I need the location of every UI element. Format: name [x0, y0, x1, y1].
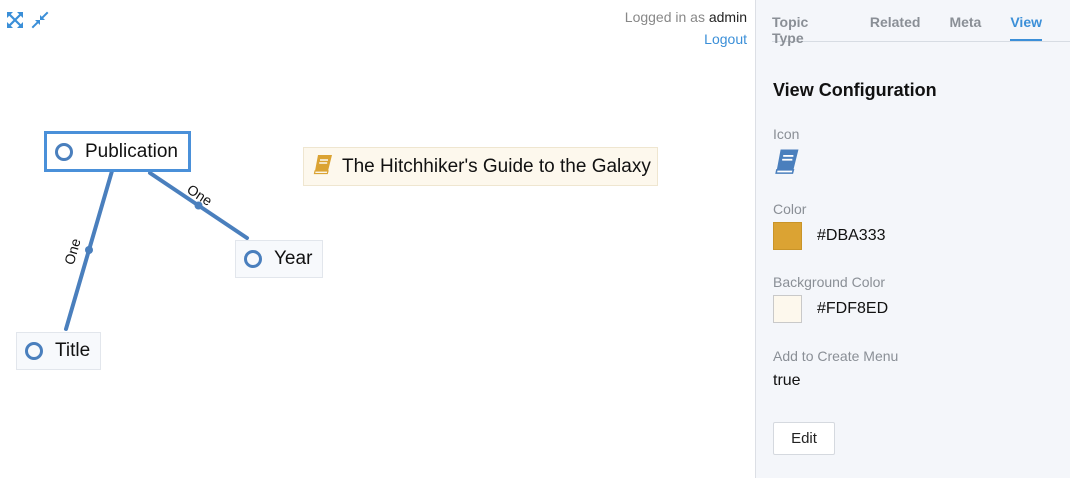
tab-topic-type[interactable]: Topic Type: [772, 0, 841, 46]
topic-book[interactable]: The Hitchhiker's Guide to the Galaxy: [303, 147, 658, 186]
topic-type-icon: [55, 142, 73, 161]
topic-label: Title: [55, 340, 91, 361]
panel-tabs: Topic Type Related Meta View: [772, 0, 1070, 46]
color-value: #DBA333: [817, 227, 886, 244]
background-color-field: #FDF8ED: [773, 295, 888, 323]
icon-label: Icon: [773, 126, 800, 142]
create-menu-value: true: [773, 372, 801, 389]
topic-title[interactable]: Title: [16, 332, 102, 370]
book-icon[interactable]: [773, 147, 801, 180]
topic-type-icon: [244, 250, 262, 268]
color-label: Color: [773, 201, 807, 217]
topic-publication[interactable]: Publication: [44, 131, 191, 172]
background-color-label: Background Color: [773, 274, 886, 290]
topic-label: Year: [274, 248, 313, 269]
topic-label: Publication: [85, 140, 178, 162]
association-midpoint: [85, 246, 93, 254]
topic-label: The Hitchhiker's Guide to the Galaxy: [342, 155, 651, 177]
tab-meta[interactable]: Meta: [949, 0, 981, 41]
topic-type-icon: [25, 342, 43, 360]
edit-button[interactable]: Edit: [773, 422, 835, 455]
color-swatch[interactable]: [773, 222, 802, 250]
topic-year[interactable]: Year: [235, 240, 324, 278]
association-edges: [64, 169, 249, 331]
create-menu-label: Add to Create Menu: [773, 348, 899, 364]
tab-related[interactable]: Related: [870, 0, 921, 41]
topicmap-canvas[interactable]: Logged in as admin Logout One One Public…: [0, 0, 757, 478]
background-color-swatch[interactable]: [773, 295, 802, 323]
background-color-value: #FDF8ED: [817, 300, 889, 317]
section-title: View Configuration: [773, 80, 937, 100]
book-icon: [312, 153, 334, 181]
color-field: #DBA333: [773, 222, 886, 250]
detail-panel: Topic Type Related Meta View View Config…: [755, 0, 1070, 478]
tab-view[interactable]: View: [1010, 0, 1042, 41]
